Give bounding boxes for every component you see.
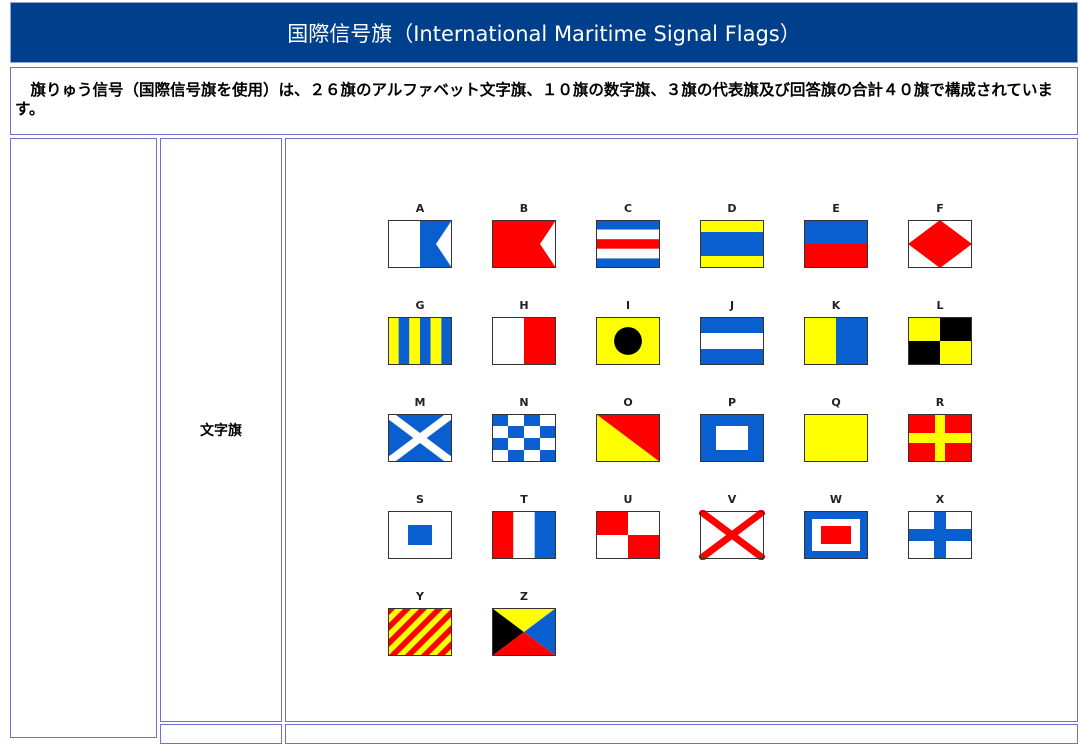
flag-graphic [492, 220, 556, 268]
flag-n-icon: N [491, 397, 557, 463]
flag-graphic [492, 414, 556, 462]
flag-d-icon: D [699, 203, 765, 269]
flag-letter: N [519, 396, 529, 409]
flag-graphic [388, 511, 452, 559]
flag-m-icon: M [387, 397, 453, 463]
flag-h-icon: H [491, 300, 557, 366]
flag-graphic [596, 317, 660, 365]
flag-o-icon: O [595, 397, 661, 463]
flag-x-icon: X [907, 494, 973, 560]
flag-i-icon: I [595, 300, 661, 366]
flag-letter: A [415, 202, 425, 215]
flag-r-icon: R [907, 397, 973, 463]
flag-letter: J [729, 299, 735, 312]
flag-letter: L [936, 299, 944, 312]
flag-letter: I [625, 299, 631, 312]
flag-letter: Z [520, 590, 528, 603]
flag-v-icon: V [699, 494, 765, 560]
flag-graphic [388, 317, 452, 365]
flag-graphic [596, 414, 660, 462]
flag-letter: V [727, 493, 737, 506]
flag-j-icon: J [699, 300, 765, 366]
flag-s-icon: S [387, 494, 453, 560]
flag-letter: T [520, 493, 528, 506]
page-title: 国際信号旗（International Maritime Signal Flag… [10, 2, 1078, 63]
flag-graphic [596, 511, 660, 559]
flag-y-icon: Y [387, 591, 453, 657]
page-frame: 国際信号旗（International Maritime Signal Flag… [8, 0, 1080, 744]
outer-left-cell [10, 138, 157, 738]
flag-letter: S [416, 493, 424, 506]
flag-e-icon: E [803, 203, 869, 269]
flag-f-icon: F [907, 203, 973, 269]
flag-graphic [388, 608, 452, 656]
flag-letter: W [829, 493, 843, 506]
flag-letter: D [727, 202, 737, 215]
flag-graphic [908, 317, 972, 365]
flag-letter: Y [416, 590, 424, 603]
next-label-cell [160, 724, 282, 744]
flag-graphic [492, 511, 556, 559]
flag-g-icon: G [387, 300, 453, 366]
flag-graphic [492, 608, 556, 656]
flag-graphic [908, 220, 972, 268]
flag-p-icon: P [699, 397, 765, 463]
flag-q-icon: Q [803, 397, 869, 463]
flag-c-icon: C [595, 203, 661, 269]
next-flags-cell [285, 724, 1078, 744]
flag-graphic [596, 220, 660, 268]
flag-graphic [804, 511, 868, 559]
section-label: 文字旗 [200, 423, 242, 439]
flag-letter: H [519, 299, 529, 312]
flag-a-icon: A [387, 203, 453, 269]
flag-letter: E [832, 202, 840, 215]
flag-graphic [492, 317, 556, 365]
flag-graphic [804, 414, 868, 462]
flag-graphic [804, 220, 868, 268]
flag-letter: F [936, 202, 944, 215]
flag-w-icon: W [803, 494, 869, 560]
flag-letter: R [935, 396, 945, 409]
section-label-cell: 文字旗 [160, 138, 282, 722]
flag-graphic [700, 220, 764, 268]
flag-letter: K [831, 299, 841, 312]
flag-letter: U [623, 493, 633, 506]
flag-letter: G [415, 299, 425, 312]
flag-letter: B [519, 202, 529, 215]
flag-l-icon: L [907, 300, 973, 366]
flag-graphic [699, 510, 765, 560]
flag-letter: P [727, 396, 737, 409]
flag-graphic [387, 413, 453, 463]
flag-z-icon: Z [491, 591, 557, 657]
flag-k-icon: K [803, 300, 869, 366]
flag-t-icon: T [491, 494, 557, 560]
flag-graphic [908, 414, 972, 462]
flag-graphic [700, 414, 764, 462]
flag-letter: Q [831, 396, 841, 409]
flag-letter: C [623, 202, 633, 215]
flag-graphic [388, 220, 452, 268]
flag-letter: X [935, 493, 945, 506]
flags-cell: A B C D E F G H I J K L M N O P Q R S T U V W X Y Z [285, 138, 1078, 722]
flag-graphic [700, 317, 764, 365]
intro-paragraph: 旗りゅう信号（国際信号旗を使用）は、２６旗のアルファベット文字旗、１０旗の数字旗… [10, 67, 1078, 135]
flag-letter: O [623, 396, 633, 409]
flag-graphic [804, 317, 868, 365]
flag-graphic [908, 511, 972, 559]
flag-letter: M [414, 396, 426, 409]
flag-b-icon: B [491, 203, 557, 269]
flag-u-icon: U [595, 494, 661, 560]
